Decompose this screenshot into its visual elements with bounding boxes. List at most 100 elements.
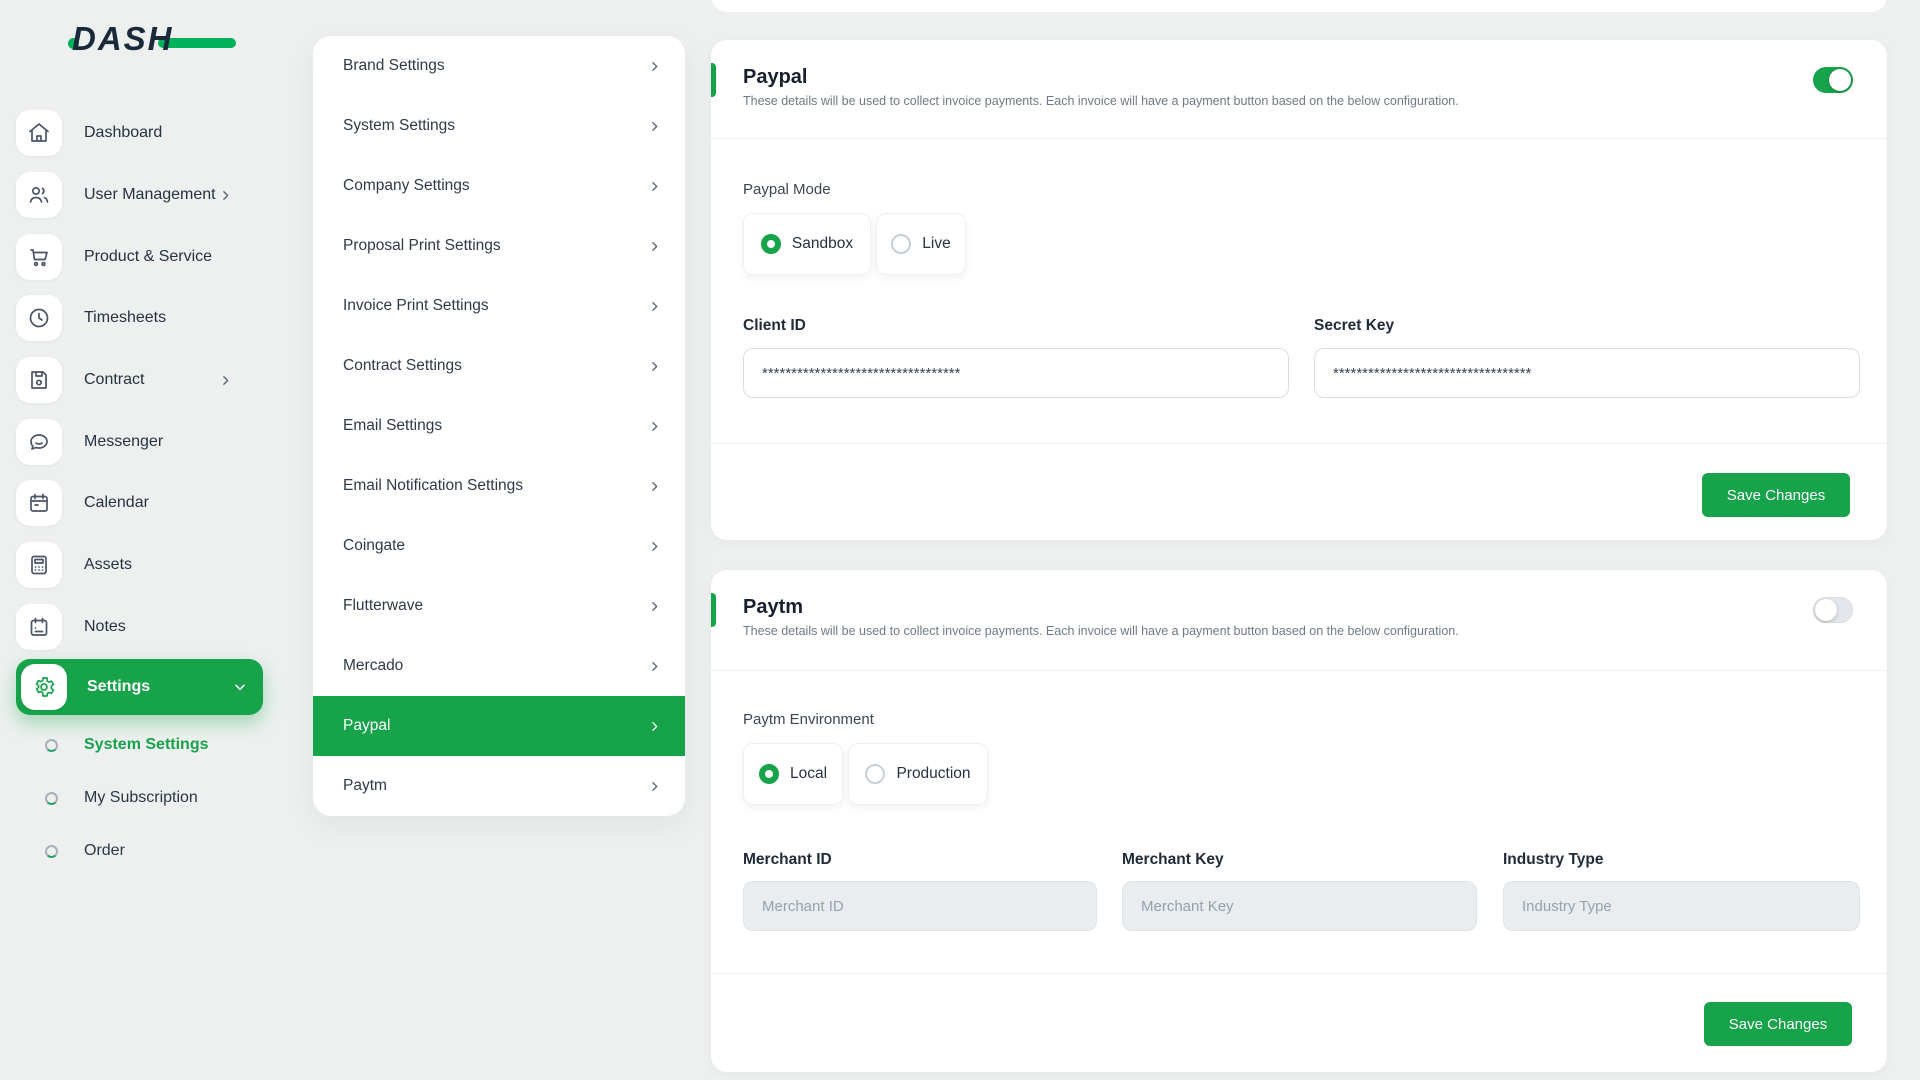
radio-option-label: Local bbox=[790, 765, 827, 783]
chevron-right-icon bbox=[648, 660, 661, 673]
toggle-knob bbox=[1829, 69, 1851, 91]
submenu-item-label: Contract Settings bbox=[343, 357, 462, 375]
sidebar-item-user-management[interactable]: User Management bbox=[16, 172, 266, 218]
industry-type-label: Industry Type bbox=[1503, 851, 1603, 869]
submenu-item-proposal-print-settings[interactable]: Proposal Print Settings bbox=[313, 216, 685, 276]
divider bbox=[711, 670, 1887, 671]
radio-unselected-icon bbox=[891, 234, 911, 254]
submenu-item-label: Paytm bbox=[343, 777, 387, 795]
sidebar-item-notes[interactable]: Notes bbox=[16, 604, 266, 650]
sidebar-subitem-label: My Subscription bbox=[84, 789, 198, 807]
sidebar-subitem-order[interactable]: Order bbox=[45, 841, 125, 861]
submenu-item-brand-settings[interactable]: Brand Settings bbox=[313, 36, 685, 96]
sidebar-subitem-system-settings[interactable]: System Settings bbox=[45, 735, 208, 755]
paypal-settings-card: Paypal These details will be used to col… bbox=[711, 40, 1887, 540]
submenu-item-email-notification-settings[interactable]: Email Notification Settings bbox=[313, 456, 685, 516]
submenu-item-label: Brand Settings bbox=[343, 57, 445, 75]
radio-option-local[interactable]: Local bbox=[743, 743, 843, 805]
submenu-item-contract-settings[interactable]: Contract Settings bbox=[313, 336, 685, 396]
sidebar-subitem-label: Order bbox=[84, 842, 125, 860]
radio-option-live[interactable]: Live bbox=[876, 213, 966, 275]
merchant-key-label: Merchant Key bbox=[1122, 851, 1224, 869]
calculator-icon bbox=[16, 542, 62, 588]
secret-key-label: Secret Key bbox=[1314, 317, 1394, 335]
contract-icon bbox=[16, 357, 62, 403]
submenu-item-email-settings[interactable]: Email Settings bbox=[313, 396, 685, 456]
submenu-item-paytm[interactable]: Paytm bbox=[313, 756, 685, 816]
chevron-right-icon bbox=[219, 374, 232, 387]
paypal-save-button[interactable]: Save Changes bbox=[1702, 473, 1850, 517]
chevron-right-icon bbox=[648, 600, 661, 613]
chevron-right-icon bbox=[648, 60, 661, 73]
radio-option-label: Live bbox=[922, 235, 950, 253]
submenu-item-paypal[interactable]: Paypal bbox=[313, 696, 685, 756]
bullet-ring-icon bbox=[45, 845, 58, 858]
sidebar-item-label: Timesheets bbox=[84, 309, 166, 327]
app-logo[interactable]: DASH bbox=[72, 20, 232, 66]
sidebar-subitem-my-subscription[interactable]: My Subscription bbox=[45, 788, 198, 808]
radio-option-label: Production bbox=[896, 765, 970, 783]
sidebar-item-label: Product & Service bbox=[84, 248, 212, 266]
sidebar-item-label: Settings bbox=[87, 678, 150, 696]
toggle-knob bbox=[1815, 599, 1837, 621]
radio-selected-icon bbox=[761, 234, 781, 254]
submenu-item-system-settings[interactable]: System Settings bbox=[313, 96, 685, 156]
bullet-ring-icon bbox=[45, 792, 58, 805]
merchant-id-label: Merchant ID bbox=[743, 851, 832, 869]
paypal-card-description: These details will be used to collect in… bbox=[743, 94, 1459, 108]
radio-option-production[interactable]: Production bbox=[848, 743, 988, 805]
submenu-item-label: Proposal Print Settings bbox=[343, 237, 501, 255]
sidebar-subitem-label: System Settings bbox=[84, 736, 208, 754]
radio-unselected-icon bbox=[865, 764, 885, 784]
industry-type-input[interactable] bbox=[1503, 881, 1860, 931]
app-root: DASH Dashboard User Management Product &… bbox=[0, 0, 1920, 1080]
divider bbox=[711, 443, 1887, 444]
chevron-right-icon bbox=[648, 780, 661, 793]
sidebar-item-timesheets[interactable]: Timesheets bbox=[16, 295, 266, 341]
paytm-card-description: These details will be used to collect in… bbox=[743, 624, 1459, 638]
submenu-item-label: Email Notification Settings bbox=[343, 477, 523, 495]
submenu-item-company-settings[interactable]: Company Settings bbox=[313, 156, 685, 216]
submenu-item-invoice-print-settings[interactable]: Invoice Print Settings bbox=[313, 276, 685, 336]
previous-card-edge bbox=[711, 0, 1887, 12]
submenu-item-label: Paypal bbox=[343, 717, 390, 735]
sidebar-item-product-service[interactable]: Product & Service bbox=[16, 234, 266, 280]
bullet-ring-icon bbox=[45, 739, 58, 752]
submenu-item-label: Company Settings bbox=[343, 177, 470, 195]
submenu-item-label: Mercado bbox=[343, 657, 403, 675]
paypal-card-title: Paypal bbox=[743, 66, 807, 89]
users-icon bbox=[16, 172, 62, 218]
sidebar-item-label: Notes bbox=[84, 618, 126, 636]
chevron-right-icon bbox=[648, 180, 661, 193]
chevron-right-icon bbox=[648, 480, 661, 493]
gear-icon bbox=[21, 664, 67, 710]
sidebar-item-calendar[interactable]: Calendar bbox=[16, 480, 266, 526]
divider bbox=[711, 138, 1887, 139]
radio-option-sandbox[interactable]: Sandbox bbox=[743, 213, 871, 275]
card-accent-bar bbox=[711, 63, 716, 97]
merchant-key-input[interactable] bbox=[1122, 881, 1477, 931]
paytm-settings-card: Paytm These details will be used to coll… bbox=[711, 570, 1887, 1072]
paytm-enable-toggle[interactable] bbox=[1813, 597, 1853, 623]
sidebar-item-contract[interactable]: Contract bbox=[16, 357, 266, 403]
client-id-input[interactable] bbox=[743, 348, 1289, 398]
sidebar-item-dashboard[interactable]: Dashboard bbox=[16, 110, 266, 156]
chevron-right-icon bbox=[648, 300, 661, 313]
secret-key-input[interactable] bbox=[1314, 348, 1860, 398]
merchant-id-input[interactable] bbox=[743, 881, 1097, 931]
paytm-card-title: Paytm bbox=[743, 596, 803, 619]
sidebar-item-messenger[interactable]: Messenger bbox=[16, 419, 266, 465]
submenu-item-mercado[interactable]: Mercado bbox=[313, 636, 685, 696]
submenu-item-flutterwave[interactable]: Flutterwave bbox=[313, 576, 685, 636]
sidebar-item-assets[interactable]: Assets bbox=[16, 542, 266, 588]
submenu-item-coingate[interactable]: Coingate bbox=[313, 516, 685, 576]
submenu-item-label: Email Settings bbox=[343, 417, 442, 435]
paypal-enable-toggle[interactable] bbox=[1813, 67, 1853, 93]
sidebar-item-settings[interactable]: Settings bbox=[16, 659, 263, 715]
submenu-item-label: Flutterwave bbox=[343, 597, 423, 615]
paytm-save-button[interactable]: Save Changes bbox=[1704, 1002, 1852, 1046]
sidebar-item-label: Calendar bbox=[84, 494, 149, 512]
radio-selected-icon bbox=[759, 764, 779, 784]
paypal-mode-label: Paypal Mode bbox=[743, 181, 831, 198]
chevron-right-icon bbox=[648, 720, 661, 733]
